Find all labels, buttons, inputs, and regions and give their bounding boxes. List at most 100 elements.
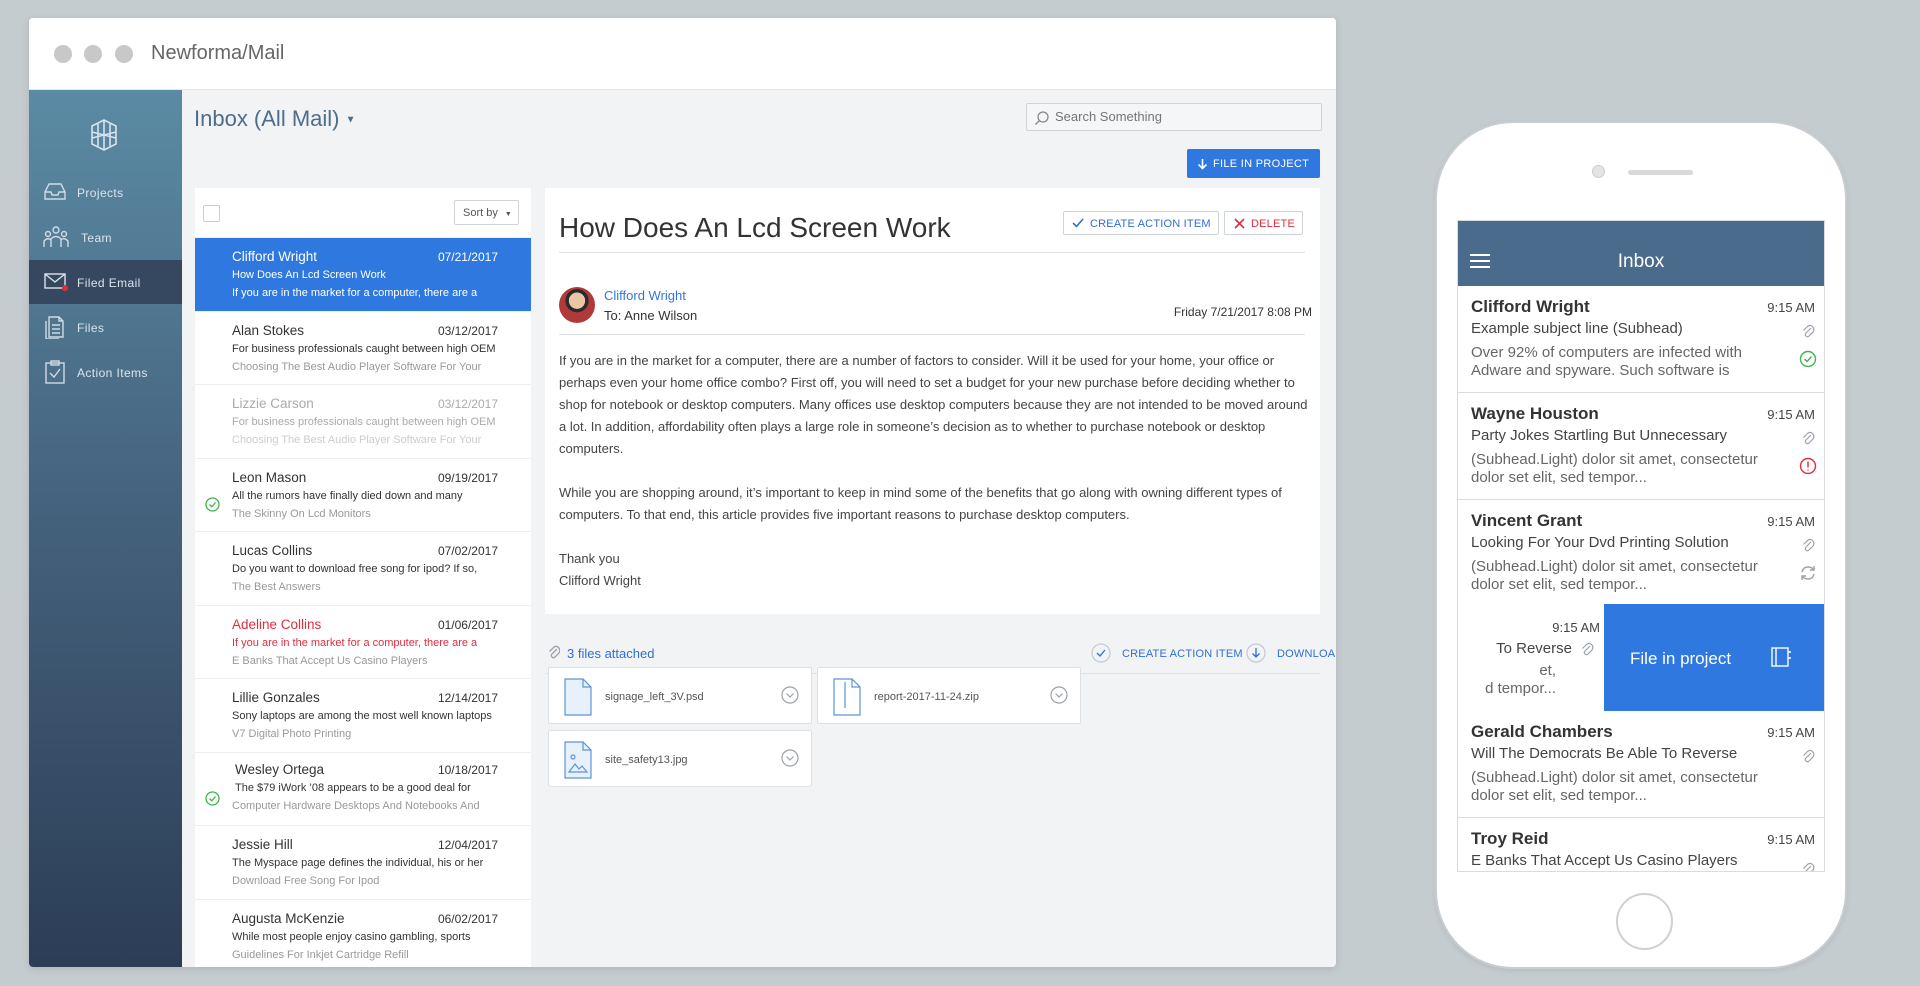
sidebar-item-projects[interactable]: Projects <box>29 170 182 214</box>
email-sender: Lillie Gonzales <box>232 690 320 705</box>
swiped-email-content: 9:15 AM To Reverse et, d tempor... <box>1458 604 1604 711</box>
sync-icon <box>1801 566 1815 580</box>
email-date: 10/18/2017 <box>437 762 498 777</box>
email-time: 9:15 AM <box>1767 514 1815 529</box>
email-subject: E Banks That Accept Us Casino Players <box>1471 852 1738 869</box>
sidebar-item-filed-email[interactable]: Filed Email <box>29 260 182 304</box>
email-row[interactable]: Wesley Ortega 10/18/2017 The $79 iWork ’… <box>195 753 531 826</box>
caret-down-icon: ▼ <box>345 114 356 126</box>
attachments-create-action-item-button[interactable]: CREATE ACTION ITEM <box>1122 648 1243 660</box>
email-row[interactable]: Alan Stokes 03/12/2017 For business prof… <box>195 312 531 385</box>
email-row[interactable]: Leon Mason 09/19/2017 All the rumors hav… <box>195 459 531 532</box>
phone-email-row[interactable]: Clifford Wright 9:15 AM Example subject … <box>1458 286 1824 393</box>
attachments-count[interactable]: 3 files attached <box>567 646 654 661</box>
chevron-down-icon[interactable] <box>781 686 799 704</box>
message-body: If you are in the market for a computer,… <box>559 350 1309 592</box>
mailbox-selector[interactable]: Inbox (All Mail) ▼ <box>194 106 356 132</box>
minimize-window-button[interactable] <box>84 45 102 63</box>
email-preview: Over 92% of computers are infected with … <box>1471 344 1742 379</box>
email-preview: Choosing The Best Audio Player Software … <box>232 434 482 446</box>
search-box[interactable] <box>1026 103 1322 131</box>
create-action-item-button[interactable]: CREATE ACTION ITEM <box>1063 211 1219 235</box>
email-subject: How Does An Lcd Screen Work <box>232 269 386 281</box>
divider <box>559 334 1305 335</box>
check-circle-icon <box>205 496 220 512</box>
file-in-project-swipe-button[interactable]: File in project <box>1604 604 1824 711</box>
message-paragraph: If you are in the market for a computer,… <box>559 353 1308 456</box>
email-date: 03/12/2017 <box>437 323 498 338</box>
email-date: 12/14/2017 <box>437 691 498 705</box>
phone-email-row[interactable]: Vincent Grant 9:15 AM Looking For Your D… <box>1458 500 1824 607</box>
email-subject: The Myspace page defines the individual,… <box>232 857 484 869</box>
sidebar-item-label: Filed Email <box>77 276 141 290</box>
email-row[interactable]: Augusta McKenzie 06/02/2017 While most p… <box>195 900 531 968</box>
message-paragraph: While you are shopping around, it’s impo… <box>559 485 1282 522</box>
email-subject: Sony laptops are among the most well kno… <box>232 710 492 722</box>
email-sender: Jessie Hill <box>232 837 293 852</box>
email-row[interactable]: Clifford Wright 07/21/2017 How Does An L… <box>195 238 531 312</box>
attachment-card[interactable]: signage_left_3V.psd <box>548 667 812 724</box>
close-window-button[interactable] <box>54 45 72 63</box>
maximize-window-button[interactable] <box>115 45 133 63</box>
files-icon <box>45 316 64 339</box>
avatar <box>559 287 595 323</box>
message-sender[interactable]: Clifford Wright <box>604 288 686 303</box>
email-preview: Computer Hardware Desktops And Notebooks… <box>232 799 480 812</box>
sort-by-dropdown[interactable]: Sort by ▼ <box>454 200 519 225</box>
select-all-checkbox[interactable] <box>203 205 220 222</box>
email-preview: The Best Answers <box>232 581 321 593</box>
sidebar-item-action-items[interactable]: Action Items <box>29 350 182 394</box>
chevron-down-icon[interactable] <box>1050 686 1068 704</box>
phone-title: Inbox <box>1617 251 1665 272</box>
mail-window: Newforma/Mail Projects Team Filed Email … <box>29 18 1336 967</box>
check-circle-icon <box>205 790 220 806</box>
phone-speaker <box>1628 170 1693 175</box>
title-bar: Newforma/Mail <box>29 18 1336 90</box>
email-row[interactable]: Jessie Hill 12/04/2017 The Myspace page … <box>195 826 531 900</box>
email-sender: Lucas Collins <box>232 543 313 558</box>
phone-email-row[interactable]: Troy Reid 9:15 AM E Banks That Accept Us… <box>1458 818 1824 871</box>
zip-icon <box>833 678 861 716</box>
image-file-icon <box>564 741 592 779</box>
email-subject: While most people enjoy casino gambling,… <box>232 930 471 943</box>
paperclip-icon <box>1803 324 1815 338</box>
sidebar-item-team[interactable]: Team <box>29 215 182 259</box>
attachment-card[interactable]: site_safety13.jpg <box>548 730 812 787</box>
phone-email-row-swiped[interactable]: 9:15 AM To Reverse et, d tempor... File … <box>1458 604 1824 711</box>
email-sender: Gerald Chambers <box>1471 722 1613 741</box>
email-subject: For business professionals caught betwee… <box>232 416 496 428</box>
email-time: 9:15 AM <box>1552 620 1600 635</box>
email-sender: Lizzie Carson <box>232 396 314 411</box>
email-row[interactable]: Lucas Collins 07/02/2017 Do you want to … <box>195 532 531 606</box>
check-circle-icon <box>1799 350 1817 368</box>
sidebar-item-label: Projects <box>77 186 124 200</box>
search-input[interactable] <box>1055 109 1305 124</box>
phone-home-button[interactable] <box>1616 893 1673 950</box>
email-date: 09/19/2017 <box>437 470 498 485</box>
phone-email-row[interactable]: Wayne Houston 9:15 AM Party Jokes Startl… <box>1458 393 1824 500</box>
paperclip-icon <box>1803 431 1815 445</box>
delete-button[interactable]: DELETE <box>1224 211 1303 235</box>
phone-email-row[interactable]: Gerald Chambers 9:15 AM Will The Democra… <box>1458 711 1824 818</box>
message-signoff: Thank you <box>559 551 620 566</box>
file-in-project-button[interactable]: FILE IN PROJECT <box>1187 149 1320 178</box>
email-date: 07/21/2017 <box>437 250 498 264</box>
delete-label: DELETE <box>1251 218 1295 230</box>
divider <box>559 252 1305 253</box>
attachment-name: signage_left_3V.psd <box>605 691 704 703</box>
email-preview: (Subhead.Light) dolor sit amet, consecte… <box>1471 451 1758 486</box>
chevron-down-icon[interactable] <box>781 749 799 767</box>
attachment-name: report-2017-11-24.zip <box>874 691 979 703</box>
email-subject: To Reverse <box>1496 640 1572 657</box>
download-icon <box>1246 643 1266 663</box>
attachment-card[interactable]: report-2017-11-24.zip <box>817 667 1081 724</box>
paperclip-icon <box>1803 538 1815 552</box>
sidebar-item-files[interactable]: Files <box>29 305 182 349</box>
download-button[interactable]: DOWNLOAD <box>1277 648 1336 660</box>
email-time: 9:15 AM <box>1767 725 1815 740</box>
email-row[interactable]: Lillie Gonzales 12/14/2017 Sony laptops … <box>195 679 531 753</box>
email-date: 03/12/2017 <box>437 397 498 411</box>
email-preview: Guidelines For Inkjet Cartridge Refill <box>232 948 409 961</box>
email-row[interactable]: Lizzie Carson 03/12/2017 For business pr… <box>195 385 531 459</box>
email-row[interactable]: Adeline Collins 01/06/2017 If you are in… <box>195 606 531 679</box>
